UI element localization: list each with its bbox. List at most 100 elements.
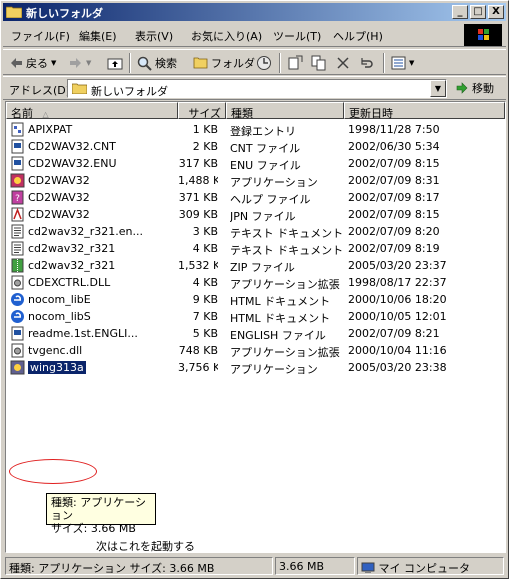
table-row[interactable]: tvgenc.dll 748 KB アプリケーション拡張 2000/10/04 11:… [6,342,505,359]
menu-file[interactable]: ファイル(F) [11,28,70,44]
file-name: cd2wav32_r321 [28,259,116,272]
computer-icon [361,562,375,573]
column-name-label: 名前 [11,107,33,120]
views-button[interactable]: ▼ [391,53,414,73]
table-row[interactable]: nocom_libE 9 KB HTML ドキュメント 2000/10/06 18:2… [6,291,505,308]
status-location-label: マイ コンピュータ [378,562,471,575]
table-row[interactable]: wing313a 3,756 KB アプリケーション 2005/03/20 23:38 [6,359,505,376]
menu-tools[interactable]: ツール(T) [273,28,321,44]
views-icon [391,56,406,70]
title-bar[interactable]: 新しいフォルダ _ □ X [3,3,506,21]
sort-asc-icon: △ [42,110,49,119]
menu-favorites[interactable]: お気に入り(A) [191,28,262,44]
close-button[interactable]: X [488,5,504,19]
address-dropdown-button[interactable]: ▼ [430,80,446,97]
move-to-button[interactable] [287,53,303,73]
file-name: CDEXCTRL.DLL [28,276,111,289]
file-name: tvgenc.dll [28,344,83,357]
go-button[interactable]: 移動 [455,80,494,96]
window-title: 新しいフォルダ [26,7,103,20]
windows-logo-icon [464,24,502,46]
chevron-down-icon: ▼ [86,59,92,67]
forward-button[interactable]: ▼ [69,53,91,73]
delete-button[interactable] [336,53,350,73]
file-date: 1998/08/17 22:37 [348,276,447,289]
file-size: 9 KB [192,293,218,306]
column-name[interactable]: 名前 △ [6,102,178,120]
undo-button[interactable] [359,53,374,73]
file-name: CD2WAV32 [28,208,90,221]
table-row[interactable]: readme.1st.ENGLI... 5 KB ENGLISH ファイル 2002/… [6,325,505,342]
folder-tree-icon [193,57,208,69]
table-row[interactable]: CD2WAV32 1,488 KB アプリケーション 2002/07/09 8:31 [6,172,505,189]
history-icon [257,56,271,70]
file-size: 4 KB [192,276,218,289]
up-folder-button[interactable] [107,53,123,73]
zip-icon [11,258,24,273]
search-button[interactable]: 検索 [137,53,177,73]
folders-button[interactable]: フォルダ [193,53,255,73]
jpn-file-icon [11,207,24,222]
table-row[interactable]: cd2wav32_r321.en... 3 KB テキスト ドキュメント 2002/0… [6,223,505,240]
status-size: 3.66 MB [275,557,355,575]
file-name: wing313a [28,361,86,374]
file-name: cd2wav32_r321 [28,242,116,255]
table-row[interactable]: CD2WAV32 309 KB JPN ファイル 2002/07/09 8:15 [6,206,505,223]
file-name: cd2wav32_r321.en... [28,225,144,238]
folder-icon [6,6,22,18]
list-header: 名前 △ サイズ 種類 更新日時 [6,102,505,120]
file-size: 1,532 KB [178,259,218,272]
file-icon [11,156,24,171]
forward-arrow-icon [70,58,81,68]
table-row[interactable]: CD2WAV32.ENU 317 KB ENU ファイル 2002/07/09 8:1… [6,155,505,172]
column-size[interactable]: サイズ [178,102,226,120]
status-bar: 種類: アプリケーション サイズ: 3.66 MB 3.66 MB マイ コンピ… [3,556,506,576]
search-icon [137,56,152,71]
column-type[interactable]: 種類 [226,102,344,120]
back-arrow-icon [11,58,22,68]
file-type: アプリケーション [230,363,318,376]
registry-icon [11,122,24,137]
column-date[interactable]: 更新日時 [344,102,505,120]
table-row[interactable]: CDEXCTRL.DLL 4 KB アプリケーション拡張 1998/08/17 22:… [6,274,505,291]
file-type: HTML ドキュメント [230,295,331,308]
file-date: 2002/07/09 8:20 [348,225,440,238]
table-row[interactable]: CD2WAV32.CNT 2 KB CNT ファイル 2002/06/30 5:34 [6,138,505,155]
file-name: CD2WAV32 [28,174,90,187]
table-row[interactable]: cd2wav32_r321 1,532 KB ZIP ファイル 2005/03/20 … [6,257,505,274]
history-button[interactable] [256,53,272,73]
status-location: マイ コンピュータ [357,557,504,575]
go-label: 移動 [472,82,494,95]
table-row[interactable]: cd2wav32_r321 4 KB テキスト ドキュメント 2002/07/09 8… [6,240,505,257]
dll-icon [11,275,24,290]
address-field[interactable]: 新しいフォルダ ▼ [67,79,447,98]
file-icon [11,326,24,341]
text-file-icon [11,241,24,256]
file-size: 7 KB [192,310,218,323]
move-to-icon [288,55,303,70]
menu-edit[interactable]: 編集(E) [79,28,117,44]
table-row[interactable]: nocom_libS 7 KB HTML ドキュメント 2000/10/05 12:0… [6,308,505,325]
file-date: 2000/10/05 12:01 [348,310,447,323]
file-type: テキスト ドキュメント [230,244,344,257]
file-size: 3,756 KB [178,361,218,374]
file-type: ENU ファイル [230,159,301,172]
file-list[interactable]: 名前 △ サイズ 種類 更新日時 APIXPAT 1 KB 登録エントリ 1998/1… [5,101,506,553]
column-size-label: サイズ [188,107,221,120]
menu-help[interactable]: ヘルプ(H) [333,28,383,44]
minimize-button[interactable]: _ [452,5,468,19]
maximize-button[interactable]: □ [470,5,486,19]
file-date: 2000/10/04 11:16 [348,344,447,357]
menu-view[interactable]: 表示(V) [135,28,173,44]
back-label: 戻る [26,57,48,70]
file-name: CD2WAV32.ENU [28,157,117,170]
explorer-window: 新しいフォルダ _ □ X ファイル(F) 編集(E) 表示(V) お気に入り(… [0,0,509,579]
table-row[interactable]: APIXPAT 1 KB 登録エントリ 1998/11/28 7:50 [6,121,505,138]
table-row[interactable]: ? CD2WAV32 371 KB ヘルプ ファイル 2002/07/09 8:17 [6,189,505,206]
address-label: アドレス(D) [9,84,71,97]
back-button[interactable]: 戻る ▼ [9,53,56,73]
file-date: 2002/07/09 8:31 [348,174,440,187]
copy-to-button[interactable] [311,53,327,73]
undo-icon [361,58,373,68]
red-highlight-circle [9,459,97,484]
